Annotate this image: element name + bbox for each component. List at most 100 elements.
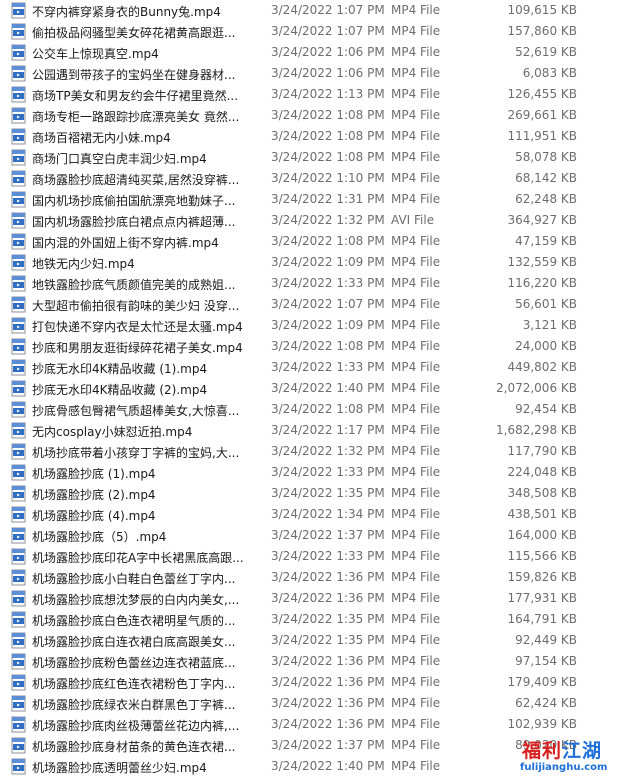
mp4-file-icon [11, 107, 26, 124]
mp4-file-icon [11, 401, 26, 418]
mp4-file-icon [11, 611, 26, 628]
file-type: MP4 File [391, 318, 441, 332]
mp4-file-icon [11, 65, 26, 82]
file-row[interactable]: 国内机场露脸抄底白裙点点内裤超薄... 3/24/2022 1:32 PM AV… [0, 210, 623, 231]
file-row[interactable]: 不穿内裤穿紧身衣的Bunny兔.mp4 3/24/2022 1:07 PM MP… [0, 0, 623, 21]
file-row[interactable]: 地铁无内少妇.mp4 3/24/2022 1:09 PM MP4 File 13… [0, 252, 623, 273]
file-name: 抄底和男朋友逛街绿碎花裙子美女.mp4 [32, 341, 243, 355]
file-name: 机场露脸抄底红色连衣裙粉色丁字内... [32, 677, 236, 691]
file-type: MP4 File [391, 192, 441, 206]
file-type: MP4 File [391, 381, 441, 395]
file-size: 348,508 KB [507, 486, 577, 500]
file-row[interactable]: 机场露脸抄底绿衣米白群黑色丁字裤... 3/24/2022 1:36 PM MP… [0, 693, 623, 714]
file-row[interactable]: 商场露脸抄底超清纯买菜,居然没穿裤... 3/24/2022 1:10 PM M… [0, 168, 623, 189]
mp4-file-icon [11, 380, 26, 397]
file-row[interactable]: 抄底骨感包臀裙气质超棒美女,大惊喜... 3/24/2022 1:08 PM M… [0, 399, 623, 420]
file-type: MP4 File [391, 108, 441, 122]
file-date-modified: 3/24/2022 1:37 PM [271, 528, 385, 542]
file-date-modified: 3/24/2022 1:08 PM [271, 402, 385, 416]
file-name: 抄底骨感包臀裙气质超棒美女,大惊喜... [32, 404, 240, 418]
mp4-file-icon [11, 590, 26, 607]
file-type: MP4 File [391, 465, 441, 479]
file-row[interactable]: 机场露脸抄底 (2).mp4 3/24/2022 1:35 PM MP4 Fil… [0, 483, 623, 504]
file-list: 不穿内裤穿紧身衣的Bunny兔.mp4 3/24/2022 1:07 PM MP… [0, 0, 623, 777]
file-row[interactable]: 地铁露脸抄底气质颜值完美的成熟姐... 3/24/2022 1:33 PM MP… [0, 273, 623, 294]
file-name: 机场露脸抄底想沈梦辰的白内内美女,... [32, 593, 240, 607]
file-date-modified: 3/24/2022 1:33 PM [271, 549, 385, 563]
file-type: MP4 File [391, 297, 441, 311]
file-name: 机场露脸抄底身材苗条的黄色连衣裙... [32, 740, 236, 754]
file-row[interactable]: 机场露脸抄底粉色蕾丝边连衣裙蓝底... 3/24/2022 1:36 PM MP… [0, 651, 623, 672]
mp4-file-icon [11, 716, 26, 733]
file-type: MP4 File [391, 738, 441, 752]
watermark-title-part2: 江湖 [562, 740, 603, 762]
file-row[interactable]: 偷拍极品闷骚型美女碎花裙黄高跟逛... 3/24/2022 1:07 PM MP… [0, 21, 623, 42]
file-type: MP4 File [391, 507, 441, 521]
file-name: 机场露脸抄底印花A字中长裙黑底高跟... [32, 551, 244, 565]
file-name: 商场露脸抄底超清纯买菜,居然没穿裤... [32, 173, 240, 187]
file-type: MP4 File [391, 45, 441, 59]
file-row[interactable]: 抄底无水印4K精品收藏 (2).mp4 3/24/2022 1:40 PM MP… [0, 378, 623, 399]
file-type: MP4 File [391, 276, 441, 290]
file-type: MP4 File [391, 171, 441, 185]
file-date-modified: 3/24/2022 1:17 PM [271, 423, 385, 437]
file-name: 大型超市偷拍很有韵味的美少妇 没穿... [32, 299, 240, 313]
file-row[interactable]: 商场门口真空白虎丰润少妇.mp4 3/24/2022 1:08 PM MP4 F… [0, 147, 623, 168]
file-row[interactable]: 机场露脸抄底想沈梦辰的白内内美女,... 3/24/2022 1:36 PM M… [0, 588, 623, 609]
file-size: 116,220 KB [507, 276, 577, 290]
mp4-file-icon [11, 422, 26, 439]
file-row[interactable]: 无内cosplay小妹怼近拍.mp4 3/24/2022 1:17 PM MP4… [0, 420, 623, 441]
mp4-file-icon [11, 317, 26, 334]
file-name: 商场专柜一路跟踪抄底漂亮美女 竟然... [32, 110, 240, 124]
file-date-modified: 3/24/2022 1:10 PM [271, 171, 385, 185]
file-row[interactable]: 商场百褶裙无内小妹.mp4 3/24/2022 1:08 PM MP4 File… [0, 126, 623, 147]
file-row[interactable]: 机场露脸抄底（5）.mp4 3/24/2022 1:37 PM MP4 File… [0, 525, 623, 546]
mp4-file-icon [11, 527, 26, 544]
mp4-file-icon [11, 338, 26, 355]
file-date-modified: 3/24/2022 1:36 PM [271, 696, 385, 710]
file-row[interactable]: 机场露脸抄底 (1).mp4 3/24/2022 1:33 PM MP4 Fil… [0, 462, 623, 483]
file-row[interactable]: 国内混的外国妞上街不穿内裤.mp4 3/24/2022 1:08 PM MP4 … [0, 231, 623, 252]
mp4-file-icon [11, 569, 26, 586]
file-row[interactable]: 公交车上惊现真空.mp4 3/24/2022 1:06 PM MP4 File … [0, 42, 623, 63]
file-size: 117,790 KB [507, 444, 577, 458]
mp4-file-icon [11, 674, 26, 691]
file-row[interactable]: 机场露脸抄底印花A字中长裙黑底高跟... 3/24/2022 1:33 PM M… [0, 546, 623, 567]
file-row[interactable]: 机场露脸抄底小白鞋白色蕾丝丁字内... 3/24/2022 1:36 PM MP… [0, 567, 623, 588]
file-row[interactable]: 抄底无水印4K精品收藏 (1).mp4 3/24/2022 1:33 PM MP… [0, 357, 623, 378]
file-row[interactable]: 机场露脸抄底白色连衣裙明星气质的... 3/24/2022 1:35 PM MP… [0, 609, 623, 630]
file-row[interactable]: 公园遇到带孩子的宝妈坐在健身器材... 3/24/2022 1:06 PM MP… [0, 63, 623, 84]
file-row[interactable]: 打包快递不穿内衣是太忙还是太骚.mp4 3/24/2022 1:09 PM MP… [0, 315, 623, 336]
file-type: MP4 File [391, 654, 441, 668]
file-date-modified: 3/24/2022 1:31 PM [271, 192, 385, 206]
file-row[interactable]: 机场抄底带着小孩穿丁字裤的宝妈,大... 3/24/2022 1:32 PM M… [0, 441, 623, 462]
file-name: 商场TP美女和男友约会牛仔裙里竟然... [32, 89, 239, 103]
file-date-modified: 3/24/2022 1:07 PM [271, 3, 385, 17]
mp4-file-icon [11, 23, 26, 40]
file-type: MP4 File [391, 24, 441, 38]
file-date-modified: 3/24/2022 1:32 PM [271, 213, 385, 227]
file-row[interactable]: 商场专柜一路跟踪抄底漂亮美女 竟然... 3/24/2022 1:08 PM M… [0, 105, 623, 126]
file-row[interactable]: 抄底和男朋友逛街绿碎花裙子美女.mp4 3/24/2022 1:08 PM MP… [0, 336, 623, 357]
file-date-modified: 3/24/2022 1:33 PM [271, 360, 385, 374]
file-row[interactable]: 机场露脸抄底白连衣裙白底高跟美女... 3/24/2022 1:35 PM MP… [0, 630, 623, 651]
file-name: 商场百褶裙无内小妹.mp4 [32, 131, 171, 145]
mp4-file-icon [11, 359, 26, 376]
file-row[interactable]: 大型超市偷拍很有韵味的美少妇 没穿... 3/24/2022 1:07 PM M… [0, 294, 623, 315]
file-row[interactable]: 机场露脸抄底肉丝极薄蕾丝花边内裤,... 3/24/2022 1:36 PM M… [0, 714, 623, 735]
file-name: 机场露脸抄底 (2).mp4 [32, 488, 156, 502]
file-date-modified: 3/24/2022 1:33 PM [271, 465, 385, 479]
file-date-modified: 3/24/2022 1:08 PM [271, 234, 385, 248]
file-row[interactable]: 机场露脸抄底红色连衣裙粉色丁字内... 3/24/2022 1:36 PM MP… [0, 672, 623, 693]
file-row[interactable]: 国内机场抄底偷拍国航漂亮地勤妹子... 3/24/2022 1:31 PM MP… [0, 189, 623, 210]
file-date-modified: 3/24/2022 1:35 PM [271, 633, 385, 647]
file-date-modified: 3/24/2022 1:13 PM [271, 87, 385, 101]
mp4-file-icon [11, 653, 26, 670]
file-date-modified: 3/24/2022 1:36 PM [271, 675, 385, 689]
file-size: 92,449 KB [515, 633, 577, 647]
file-date-modified: 3/24/2022 1:36 PM [271, 591, 385, 605]
file-row[interactable]: 机场露脸抄底 (4).mp4 3/24/2022 1:34 PM MP4 Fil… [0, 504, 623, 525]
file-date-modified: 3/24/2022 1:40 PM [271, 759, 385, 773]
file-row[interactable]: 商场TP美女和男友约会牛仔裙里竟然... 3/24/2022 1:13 PM M… [0, 84, 623, 105]
mp4-file-icon [11, 86, 26, 103]
